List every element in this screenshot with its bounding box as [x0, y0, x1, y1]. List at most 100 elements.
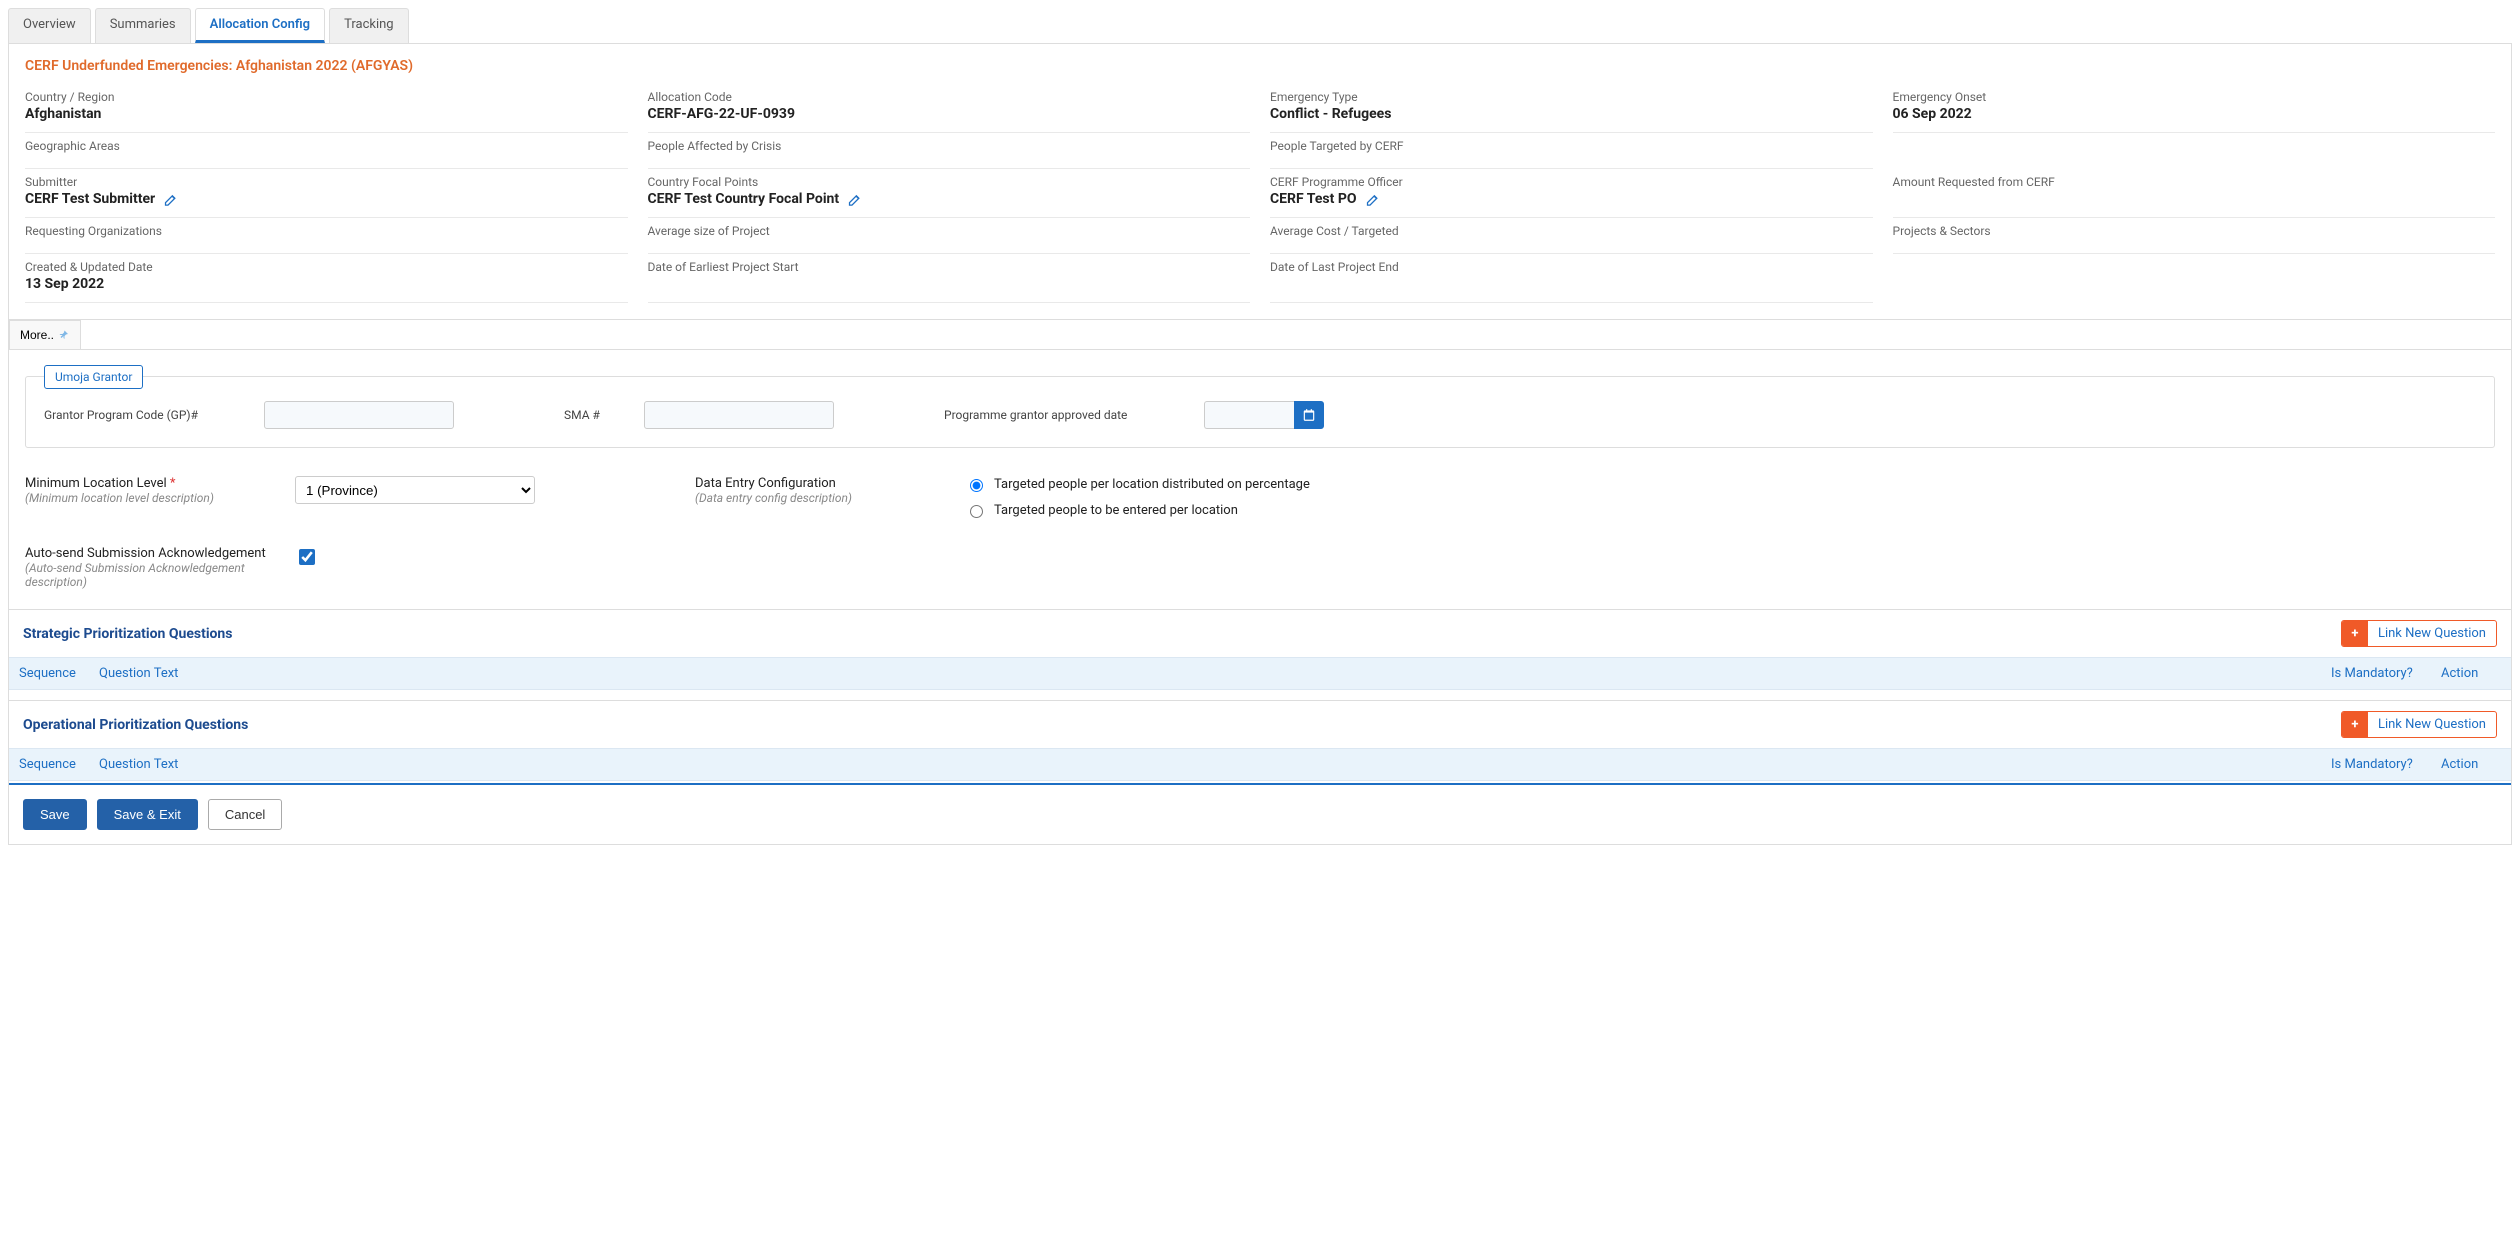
checkbox-auto-send[interactable] — [299, 549, 315, 565]
label-emergency-type: Emergency Type — [1270, 90, 1873, 104]
section-title-operational: Operational Prioritization Questions — [23, 717, 248, 733]
data-entry-label-block: Data Entry Configuration (Data entry con… — [695, 476, 945, 528]
radio-label-per-location: Targeted people to be entered per locati… — [994, 503, 1238, 518]
label-sma: SMA # — [564, 408, 624, 422]
col-action: Action — [2431, 749, 2511, 780]
label-requesting-orgs: Requesting Organizations — [25, 224, 628, 238]
umoja-grantor-tab[interactable]: Umoja Grantor — [44, 365, 143, 389]
radio-input-percentage[interactable] — [970, 479, 983, 492]
label-data-entry: Data Entry Configuration — [695, 476, 945, 491]
table-header-operational: Sequence Question Text Is Mandatory? Act… — [9, 748, 2511, 781]
umoja-form-row: Grantor Program Code (GP)# SMA # Program… — [44, 401, 2476, 429]
date-input-wrap — [1204, 401, 1324, 429]
save-exit-button[interactable]: Save & Exit — [97, 799, 198, 830]
more-button[interactable]: More.. — [9, 320, 81, 349]
auto-send-label-block: Auto-send Submission Acknowledgement (Au… — [25, 546, 275, 589]
edit-country-focal-icon[interactable] — [847, 192, 862, 207]
desc-data-entry: (Data entry config description) — [695, 491, 945, 505]
edit-programme-officer-icon[interactable] — [1365, 192, 1380, 207]
label-geographic-areas: Geographic Areas — [25, 139, 628, 153]
calendar-button[interactable] — [1294, 401, 1324, 429]
pin-icon — [58, 329, 70, 341]
value-emergency-type: Conflict - Refugees — [1270, 106, 1873, 122]
field-people-targeted: People Targeted by CERF — [1270, 133, 1873, 169]
label-programme-officer: CERF Programme Officer — [1270, 175, 1873, 189]
col-question-text: Question Text — [89, 658, 2321, 689]
tab-summaries[interactable]: Summaries — [95, 8, 191, 43]
value-submitter: CERF Test Submitter — [25, 191, 628, 207]
calendar-icon — [1302, 408, 1316, 422]
input-gp-code[interactable] — [264, 401, 454, 429]
min-location-select-wrap: 1 (Province) — [295, 476, 675, 528]
label-projects-sectors: Projects & Sectors — [1893, 224, 2496, 238]
field-emergency-type: Emergency Type Conflict - Refugees — [1270, 84, 1873, 133]
value-programme-officer: CERF Test PO — [1270, 191, 1873, 207]
radio-percentage[interactable]: Targeted people per location distributed… — [965, 476, 1310, 492]
radio-label-percentage: Targeted people per location distributed… — [994, 477, 1310, 492]
radio-input-per-location[interactable] — [970, 505, 983, 518]
edit-submitter-icon[interactable] — [163, 192, 178, 207]
value-emergency-onset: 06 Sep 2022 — [1893, 106, 2496, 122]
value-country-region: Afghanistan — [25, 106, 628, 122]
value-country-focal: CERF Test Country Focal Point — [648, 191, 1251, 207]
save-button[interactable]: Save — [23, 799, 87, 830]
table-header-strategic: Sequence Question Text Is Mandatory? Act… — [9, 657, 2511, 690]
col-sequence: Sequence — [9, 749, 89, 780]
tab-tracking[interactable]: Tracking — [329, 8, 409, 43]
auto-send-checkbox-wrap — [295, 546, 318, 589]
input-approved-date[interactable] — [1204, 401, 1294, 429]
field-avg-cost: Average Cost / Targeted — [1270, 218, 1873, 254]
tabs-bar: Overview Summaries Allocation Config Tra… — [0, 0, 2520, 43]
field-emergency-onset: Emergency Onset 06 Sep 2022 — [1893, 84, 2496, 133]
value-allocation-code: CERF-AFG-22-UF-0939 — [648, 106, 1251, 122]
label-people-targeted: People Targeted by CERF — [1270, 139, 1873, 153]
tab-allocation-config[interactable]: Allocation Config — [195, 8, 325, 43]
label-avg-size: Average size of Project — [648, 224, 1251, 238]
country-focal-text: CERF Test Country Focal Point — [648, 191, 840, 207]
plus-icon: + — [2342, 621, 2368, 646]
plus-icon: + — [2342, 712, 2368, 737]
info-grid: Country / Region Afghanistan Allocation … — [9, 84, 2511, 303]
desc-auto-send: (Auto-send Submission Acknowledgement de… — [25, 561, 275, 589]
section-header-operational: Operational Prioritization Questions + L… — [9, 700, 2511, 748]
link-question-button-operational[interactable]: + Link New Question — [2341, 711, 2497, 738]
col-mandatory: Is Mandatory? — [2321, 658, 2431, 689]
label-created-updated: Created & Updated Date — [25, 260, 628, 274]
config-row-1: Minimum Location Level * (Minimum locati… — [9, 448, 2511, 528]
col-question-text: Question Text — [89, 749, 2321, 780]
cancel-button[interactable]: Cancel — [208, 799, 282, 830]
label-submitter: Submitter — [25, 175, 628, 189]
label-people-affected: People Affected by Crisis — [648, 139, 1251, 153]
field-submitter: Submitter CERF Test Submitter — [25, 169, 628, 218]
label-country-region: Country / Region — [25, 90, 628, 104]
page-title: CERF Underfunded Emergencies: Afghanista… — [9, 44, 2511, 84]
more-label: More.. — [20, 328, 54, 342]
input-sma[interactable] — [644, 401, 834, 429]
label-earliest-start: Date of Earliest Project Start — [648, 260, 1251, 274]
field-allocation-code: Allocation Code CERF-AFG-22-UF-0939 — [648, 84, 1251, 133]
programme-officer-text: CERF Test PO — [1270, 191, 1357, 207]
config-row-2: Auto-send Submission Acknowledgement (Au… — [9, 528, 2511, 589]
radio-per-location[interactable]: Targeted people to be entered per locati… — [965, 502, 1310, 518]
label-amount-requested: Amount Requested from CERF — [1893, 175, 2496, 189]
label-approved-date: Programme grantor approved date — [944, 408, 1184, 422]
value-created-updated: 13 Sep 2022 — [25, 276, 628, 292]
tab-overview[interactable]: Overview — [8, 8, 91, 43]
link-question-label: Link New Question — [2368, 621, 2496, 646]
field-amount-requested: Amount Requested from CERF — [1893, 169, 2496, 218]
col-mandatory: Is Mandatory? — [2321, 749, 2431, 780]
select-min-location[interactable]: 1 (Province) — [295, 476, 535, 504]
field-empty2 — [1893, 254, 2496, 303]
field-geographic-areas: Geographic Areas — [25, 133, 628, 169]
label-emergency-onset: Emergency Onset — [1893, 90, 2496, 104]
label-allocation-code: Allocation Code — [648, 90, 1251, 104]
data-entry-radio-group: Targeted people per location distributed… — [965, 476, 1310, 528]
field-country-region: Country / Region Afghanistan — [25, 84, 628, 133]
link-question-button-strategic[interactable]: + Link New Question — [2341, 620, 2497, 647]
label-country-focal: Country Focal Points — [648, 175, 1251, 189]
label-min-location: Minimum Location Level * — [25, 476, 275, 491]
field-country-focal: Country Focal Points CERF Test Country F… — [648, 169, 1251, 218]
col-sequence: Sequence — [9, 658, 89, 689]
content-panel: CERF Underfunded Emergencies: Afghanista… — [8, 43, 2512, 845]
desc-min-location: (Minimum location level description) — [25, 491, 275, 505]
